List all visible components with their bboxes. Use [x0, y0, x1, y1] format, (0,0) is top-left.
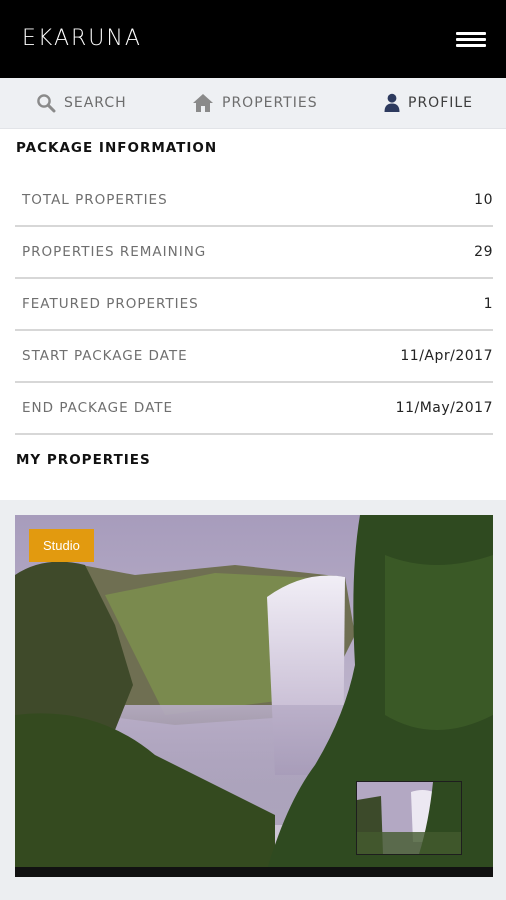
- user-icon: [384, 93, 400, 112]
- info-label: PROPERTIES REMAINING: [22, 243, 207, 260]
- info-label: END PACKAGE DATE: [22, 399, 174, 416]
- my-properties-title: MY PROPERTIES: [16, 452, 151, 468]
- info-row-end-package-date: END PACKAGE DATE 11/May/2017: [15, 382, 493, 435]
- search-icon: [37, 94, 56, 113]
- package-info-title: PACKAGE INFORMATION: [16, 140, 218, 156]
- info-row-properties-remaining: PROPERTIES REMAINING 29: [15, 226, 493, 279]
- hamburger-menu-icon[interactable]: [456, 30, 486, 48]
- info-label: TOTAL PROPERTIES: [22, 191, 168, 208]
- info-value: 29: [474, 243, 493, 260]
- tab-profile[interactable]: PROFILE: [384, 78, 473, 128]
- info-label: START PACKAGE DATE: [22, 347, 188, 364]
- tab-properties-label: PROPERTIES: [222, 95, 318, 111]
- tab-properties[interactable]: PROPERTIES: [192, 78, 318, 128]
- tab-profile-label: PROFILE: [408, 95, 474, 111]
- info-value: 11/May/2017: [395, 399, 493, 416]
- tab-search[interactable]: SEARCH: [36, 78, 127, 128]
- home-icon: [193, 94, 213, 112]
- info-row-start-package-date: START PACKAGE DATE 11/Apr/2017: [15, 330, 493, 383]
- info-value: 10: [474, 191, 493, 208]
- property-type-badge: Studio: [29, 529, 94, 562]
- info-value: 1: [483, 295, 493, 312]
- app-logo[interactable]: EKARUNA: [22, 26, 142, 51]
- property-thumbnail[interactable]: [356, 781, 462, 855]
- tab-search-label: SEARCH: [64, 95, 127, 111]
- nav-tabs: SEARCH PROPERTIES PROFILE: [0, 78, 506, 129]
- property-list: Studio: [0, 500, 506, 900]
- info-value: 11/Apr/2017: [400, 347, 493, 364]
- app-header: EKARUNA: [0, 0, 506, 78]
- property-card[interactable]: Studio: [15, 515, 493, 877]
- info-label: FEATURED PROPERTIES: [22, 295, 199, 312]
- info-row-featured-properties: FEATURED PROPERTIES 1: [15, 278, 493, 331]
- info-row-total-properties: TOTAL PROPERTIES 10: [15, 174, 493, 227]
